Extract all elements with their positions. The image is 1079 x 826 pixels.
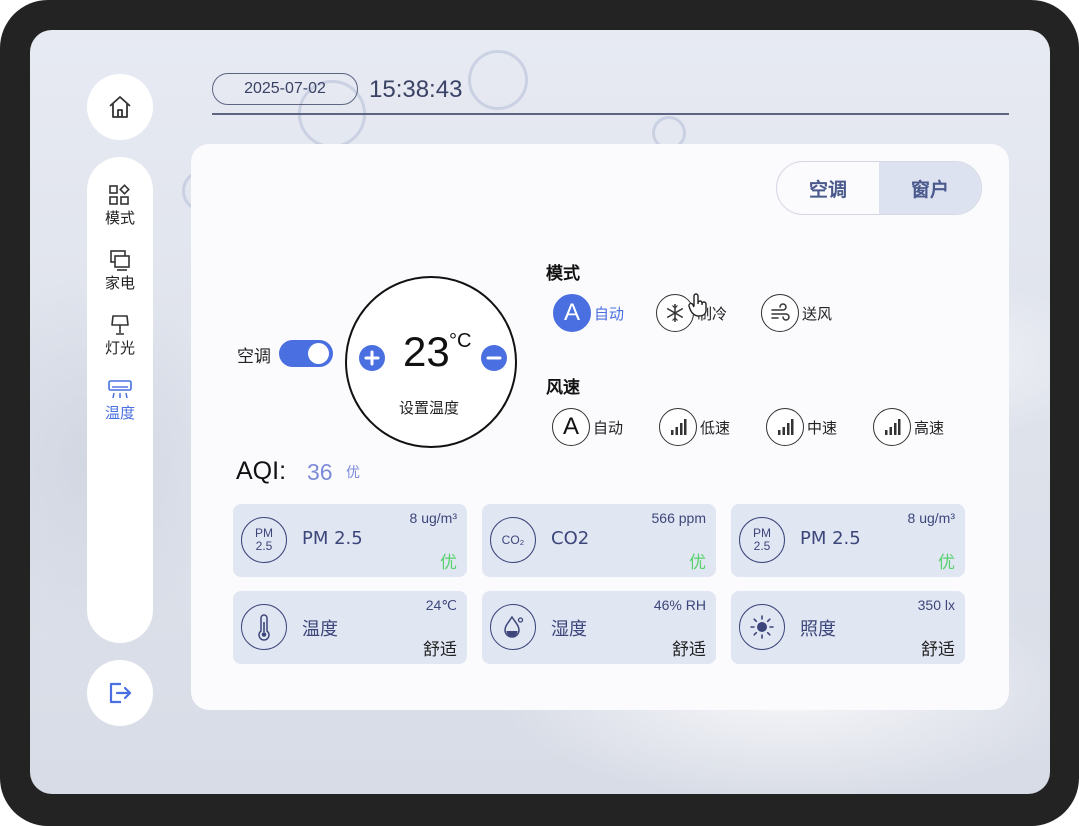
sensor-name: CO2: [551, 528, 590, 549]
sensor-card-illuminance: 照度 350 lx 舒适: [731, 591, 965, 664]
temperature-value: 23: [403, 328, 450, 375]
time-display: 15:38:43: [369, 76, 463, 103]
aqi-level: 优: [346, 465, 360, 481]
fan-option-label: 自动: [593, 418, 624, 437]
sensor-name: PM 2.5: [800, 528, 861, 549]
sidebar-item-appliance[interactable]: 家电: [87, 249, 153, 293]
grid-icon: [109, 184, 130, 205]
plus-icon: [364, 350, 380, 366]
fan-option-high[interactable]: 高速: [873, 408, 944, 446]
signal-icon: [873, 408, 911, 446]
mode-option-auto[interactable]: A 自动: [553, 294, 624, 332]
sensor-name: PM 2.5: [302, 528, 363, 549]
sidebar: 模式 家电 灯光 温度: [87, 157, 153, 643]
sidebar-item-mode[interactable]: 模式: [87, 184, 153, 228]
lamp-icon: [111, 315, 129, 335]
fan-option-label: 高速: [914, 418, 945, 437]
co2-icon: CO₂: [490, 517, 536, 563]
fan-speed-title: 风速: [546, 378, 580, 398]
home-icon: [109, 96, 131, 118]
fan-option-label: 中速: [807, 418, 838, 437]
decrease-temperature-button[interactable]: [481, 345, 507, 371]
sensor-name: 温度: [302, 619, 338, 640]
auto-icon: A: [552, 408, 590, 446]
sensor-card-pm25: PM 2.5 PM 2.5 8 ug/m³ 优: [731, 504, 965, 577]
fan-option-medium[interactable]: 中速: [766, 408, 837, 446]
auto-icon: A: [553, 294, 591, 332]
ac-power-label: 空调: [237, 347, 271, 367]
sensor-status: 舒适: [921, 640, 955, 660]
sensor-status: 优: [689, 553, 706, 573]
hand-cursor-icon: [688, 293, 707, 317]
sensor-card-pm25: PM 2.5 PM 2.5 8 ug/m³ 优: [233, 504, 467, 577]
air-conditioner-icon: [108, 380, 132, 399]
sensor-status: 舒适: [672, 640, 706, 660]
mode-title: 模式: [546, 264, 580, 284]
sensor-card-co2: CO₂ CO2 566 ppm 优: [482, 504, 716, 577]
sensor-name: 湿度: [551, 619, 587, 640]
tab-window[interactable]: 窗户: [879, 162, 981, 214]
humidity-icon: [490, 604, 536, 650]
increase-temperature-button[interactable]: [359, 345, 385, 371]
tab-ac[interactable]: 空调: [777, 162, 879, 214]
minus-icon: [486, 356, 502, 360]
fan-option-low[interactable]: 低速: [659, 408, 730, 446]
sidebar-item-label: 温度: [104, 404, 135, 422]
date-display: 2025-07-02: [212, 73, 358, 105]
temperature-unit: °C: [449, 330, 472, 352]
sidebar-item-light[interactable]: 灯光: [87, 314, 153, 358]
sensor-value: 46% RH: [653, 597, 706, 613]
aqi-label: AQI:: [236, 457, 287, 485]
aqi-value: 36: [307, 459, 333, 485]
mode-option-fan[interactable]: 送风: [761, 294, 832, 332]
sidebar-item-temperature[interactable]: 温度: [87, 379, 153, 423]
ac-power-toggle[interactable]: [279, 340, 333, 367]
signal-icon: [766, 408, 804, 446]
fan-option-label: 低速: [700, 418, 731, 437]
sensor-status: 优: [440, 553, 457, 573]
sensor-value: 566 ppm: [651, 510, 706, 526]
sun-icon: [739, 604, 785, 650]
home-button[interactable]: [87, 74, 153, 140]
thermometer-icon: [241, 604, 287, 650]
sidebar-item-label: 家电: [104, 274, 135, 292]
sensor-card-humidity: 湿度 46% RH 舒适: [482, 591, 716, 664]
logout-icon: [109, 682, 132, 704]
header-divider: [212, 113, 1009, 115]
appliance-icon: [110, 250, 130, 271]
set-temperature-label: 设置温度: [399, 399, 460, 417]
device-tab-switch: 空调 窗户: [776, 161, 982, 215]
sidebar-item-label: 模式: [104, 209, 135, 227]
background-decoration: [468, 50, 528, 110]
mode-option-label: 自动: [594, 304, 625, 323]
pm25-icon: PM 2.5: [241, 517, 287, 563]
logout-button[interactable]: [87, 660, 153, 726]
sensor-name: 照度: [800, 619, 836, 640]
sidebar-item-label: 灯光: [104, 339, 135, 357]
sensor-status: 优: [938, 553, 955, 573]
fan-option-auto[interactable]: A 自动: [552, 408, 623, 446]
pm25-icon: PM 2.5: [739, 517, 785, 563]
sensor-card-temperature: 温度 24℃ 舒适: [233, 591, 467, 664]
signal-icon: [659, 408, 697, 446]
wind-icon: [761, 294, 799, 332]
sensor-value: 24℃: [425, 597, 457, 613]
sensor-status: 舒适: [423, 640, 457, 660]
sensor-value: 8 ug/m³: [907, 510, 955, 526]
mode-option-label: 送风: [802, 304, 833, 323]
sensor-value: 350 lx: [917, 597, 955, 613]
sensor-value: 8 ug/m³: [409, 510, 457, 526]
